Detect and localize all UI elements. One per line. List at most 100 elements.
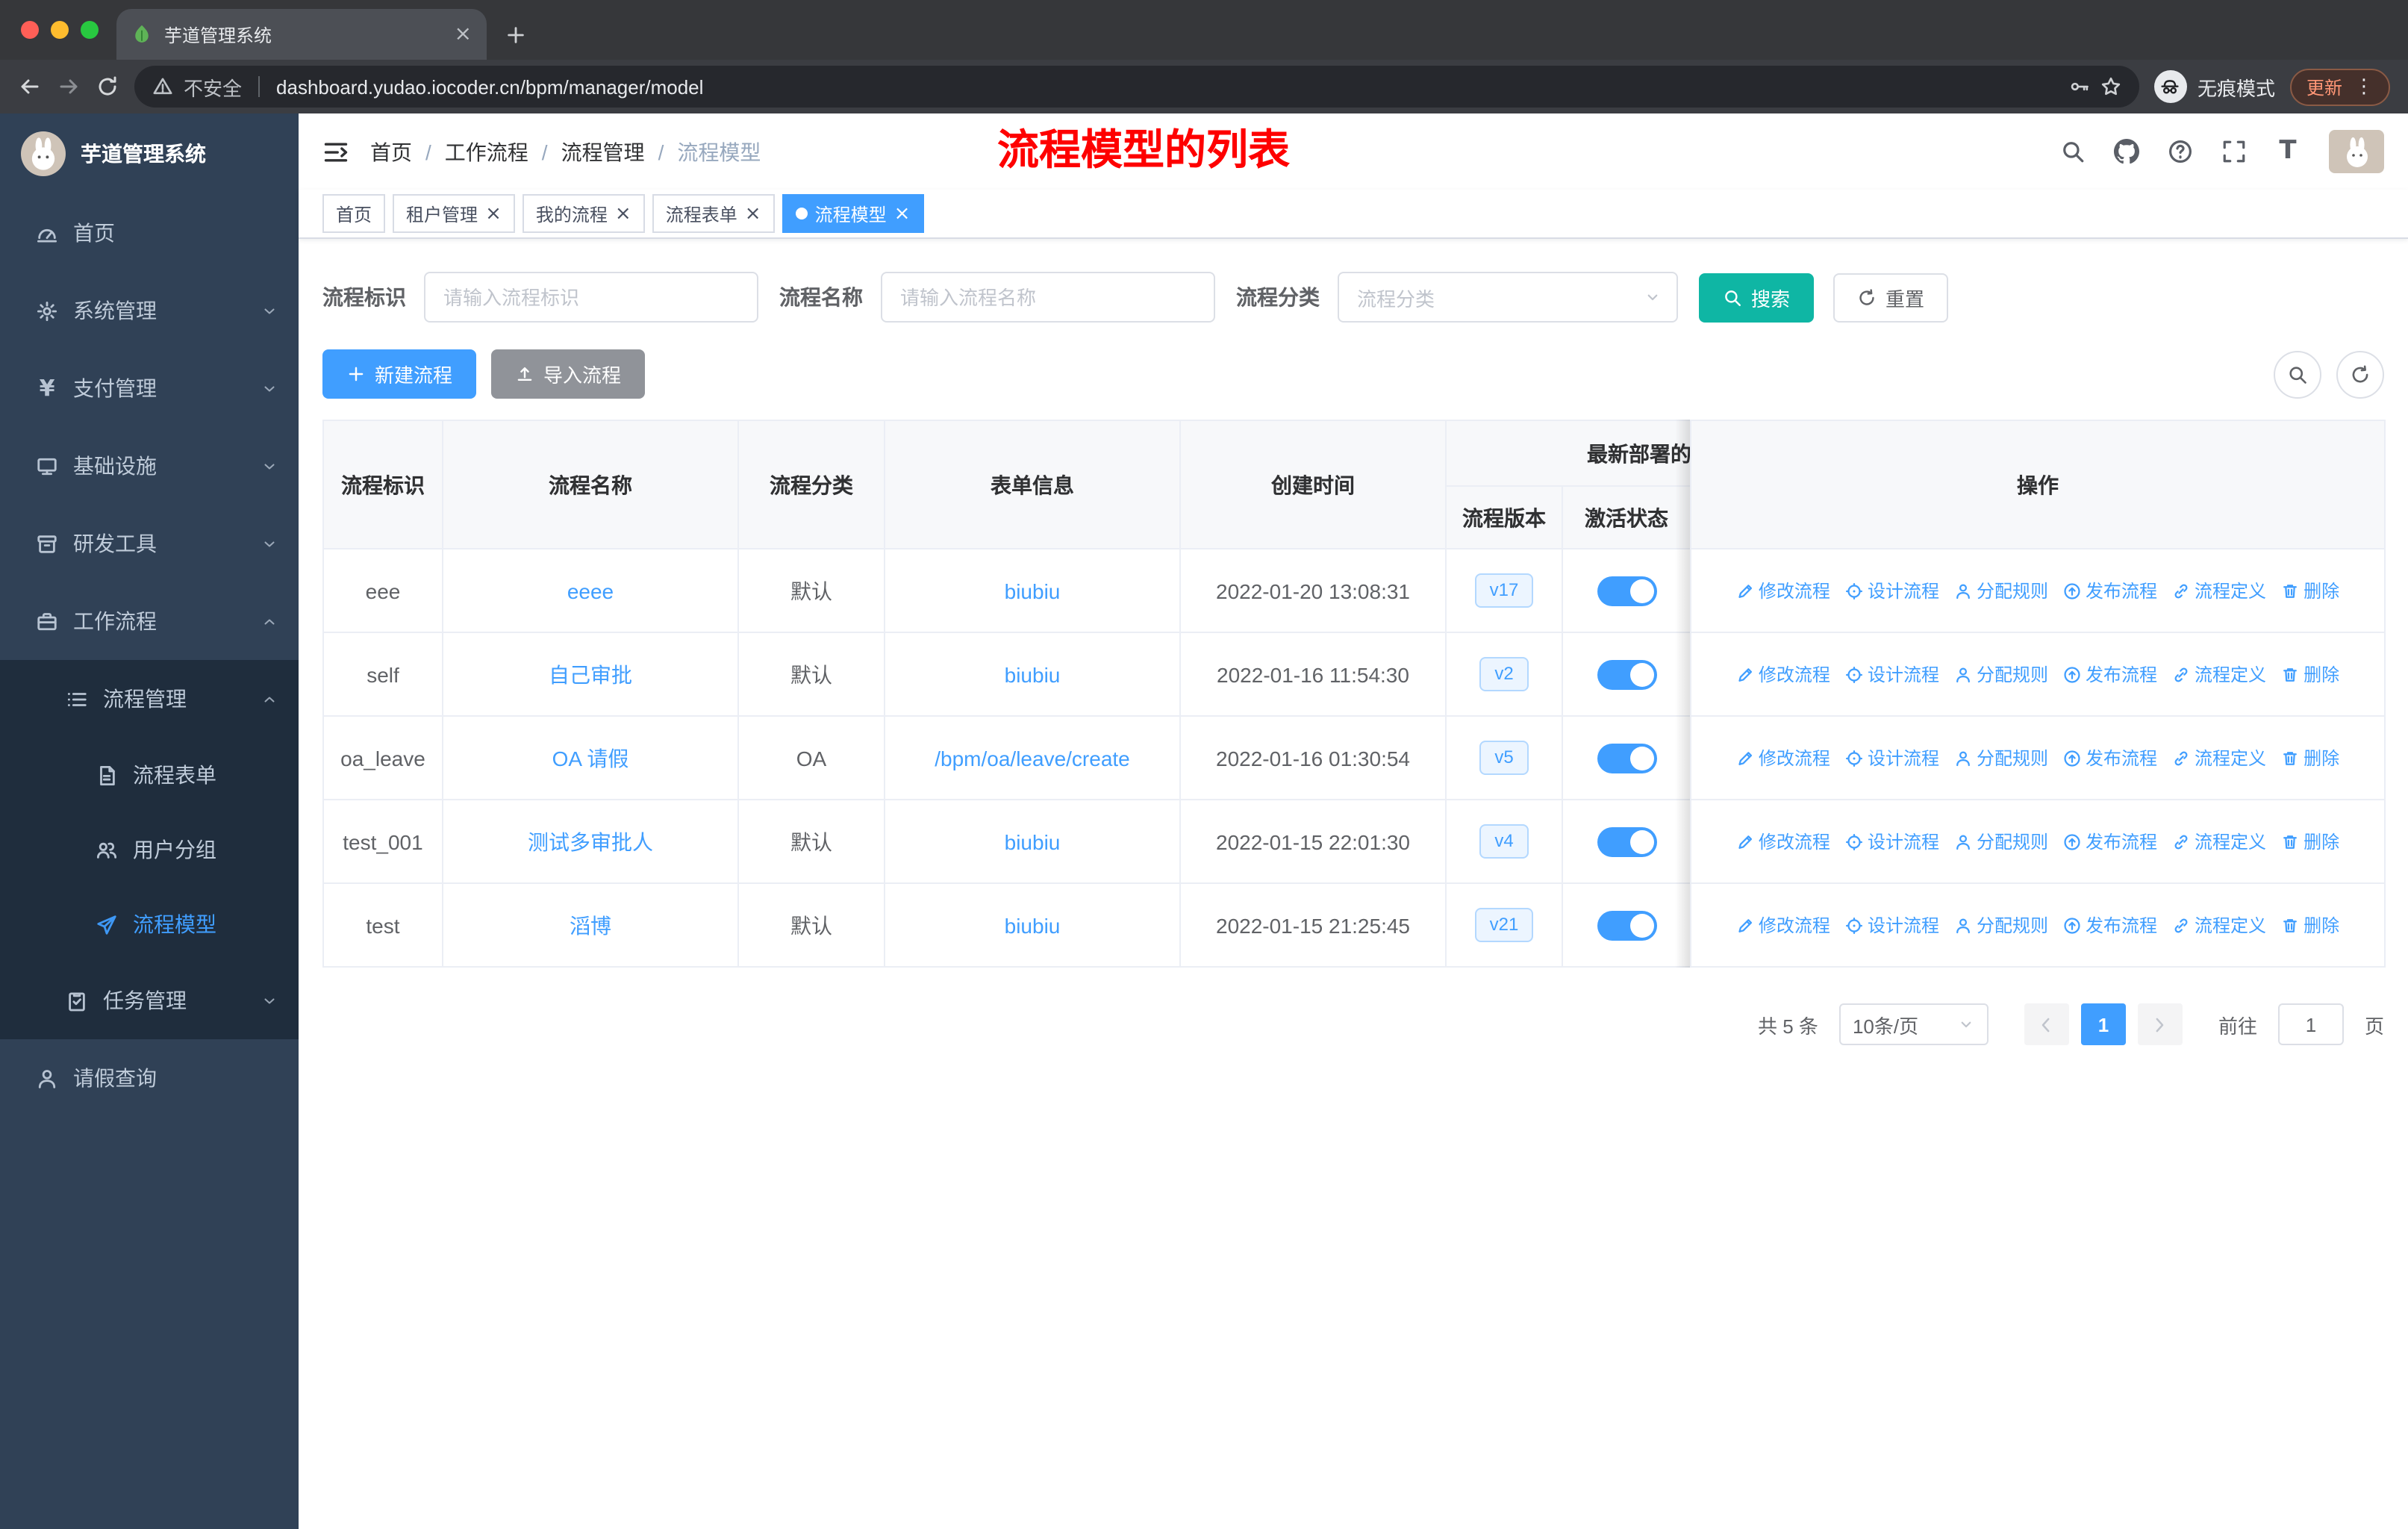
op-删除[interactable]: 删除 <box>2281 745 2339 770</box>
op-发布流程[interactable]: 发布流程 <box>2063 661 2157 687</box>
address-bar[interactable]: 不安全 dashboard.yudao.iocoder.cn/bpm/manag… <box>134 66 2139 108</box>
minimize-window-button[interactable] <box>51 21 69 39</box>
bookmark-star-icon[interactable] <box>2100 76 2121 97</box>
toggle-search-button[interactable] <box>2274 350 2321 398</box>
sidebar-fold-button[interactable] <box>322 138 349 165</box>
sidebar-item-流程模型[interactable]: 流程模型 <box>0 887 299 962</box>
op-分配规则[interactable]: 分配规则 <box>1954 829 2048 854</box>
tag-close-icon[interactable]: × <box>485 204 502 223</box>
tag-流程表单[interactable]: 流程表单 × <box>652 194 775 233</box>
fullscreen-icon[interactable] <box>2221 139 2247 164</box>
op-设计流程[interactable]: 设计流程 <box>1845 912 1939 938</box>
op-删除[interactable]: 删除 <box>2281 661 2339 687</box>
process-name-link[interactable]: 自己审批 <box>549 662 632 686</box>
sidebar-item-流程表单[interactable]: 流程表单 <box>0 738 299 812</box>
op-分配规则[interactable]: 分配规则 <box>1954 661 2048 687</box>
op-修改流程[interactable]: 修改流程 <box>1736 912 1830 938</box>
form-info-link[interactable]: biubiu <box>1005 579 1061 602</box>
tag-流程模型[interactable]: 流程模型 × <box>782 194 924 233</box>
op-分配规则[interactable]: 分配规则 <box>1954 745 2048 770</box>
process-name-link[interactable]: 滔博 <box>570 913 611 937</box>
browser-tab[interactable]: 芋道管理系统 × <box>116 9 487 60</box>
form-info-link[interactable]: /bpm/oa/leave/create <box>935 746 1130 770</box>
prev-page-button[interactable] <box>2024 1003 2069 1045</box>
sidebar-item-任务管理[interactable]: 任务管理 <box>0 962 299 1039</box>
op-流程定义[interactable]: 流程定义 <box>2172 661 2266 687</box>
github-icon[interactable] <box>2114 139 2139 164</box>
process-key-input[interactable] <box>424 272 758 323</box>
op-删除[interactable]: 删除 <box>2281 829 2339 854</box>
op-发布流程[interactable]: 发布流程 <box>2063 912 2157 938</box>
op-流程定义[interactable]: 流程定义 <box>2172 829 2266 854</box>
op-发布流程[interactable]: 发布流程 <box>2063 745 2157 770</box>
help-icon[interactable] <box>2168 139 2193 164</box>
op-分配规则[interactable]: 分配规则 <box>1954 578 2048 603</box>
op-设计流程[interactable]: 设计流程 <box>1845 661 1939 687</box>
page-size-select[interactable]: 10条/页 <box>1838 1003 1989 1045</box>
process-name-link[interactable]: OA 请假 <box>552 746 629 770</box>
reload-button[interactable] <box>96 75 119 99</box>
refresh-table-button[interactable] <box>2336 350 2384 398</box>
op-删除[interactable]: 删除 <box>2281 578 2339 603</box>
new-tab-button[interactable] <box>505 24 527 46</box>
zoom-window-button[interactable] <box>81 21 99 39</box>
op-设计流程[interactable]: 设计流程 <box>1845 745 1939 770</box>
sidebar-item-用户分组[interactable]: 用户分组 <box>0 812 299 887</box>
op-流程定义[interactable]: 流程定义 <box>2172 578 2266 603</box>
tag-close-icon[interactable]: × <box>615 204 631 223</box>
sidebar-item-首页[interactable]: 首页 <box>0 194 299 272</box>
active-toggle[interactable] <box>1597 743 1656 773</box>
sidebar-item-工作流程[interactable]: 工作流程 <box>0 582 299 660</box>
search-button[interactable]: 搜索 <box>1699 273 1815 322</box>
reset-button[interactable]: 重置 <box>1833 273 1949 322</box>
active-toggle[interactable] <box>1597 826 1656 856</box>
import-process-button[interactable]: 导入流程 <box>491 349 646 399</box>
tab-close-icon[interactable]: × <box>455 24 472 45</box>
sidebar-item-基础设施[interactable]: 基础设施 <box>0 427 299 505</box>
form-info-link[interactable]: biubiu <box>1005 662 1061 686</box>
tag-租户管理[interactable]: 租户管理 × <box>393 194 515 233</box>
breadcrumb-item[interactable]: 首页 <box>370 137 412 166</box>
tag-我的流程[interactable]: 我的流程 × <box>522 194 645 233</box>
browser-menu-icon[interactable]: ⋮ <box>2354 77 2374 96</box>
close-window-button[interactable] <box>21 21 39 39</box>
op-修改流程[interactable]: 修改流程 <box>1736 578 1830 603</box>
op-流程定义[interactable]: 流程定义 <box>2172 745 2266 770</box>
tag-close-icon[interactable]: × <box>745 204 761 223</box>
process-category-select[interactable]: 流程分类 <box>1338 272 1678 323</box>
active-toggle[interactable] <box>1597 659 1656 689</box>
sidebar-item-支付管理[interactable]: ¥ 支付管理 <box>0 349 299 427</box>
process-name-input[interactable] <box>881 272 1215 323</box>
op-修改流程[interactable]: 修改流程 <box>1736 661 1830 687</box>
next-page-button[interactable] <box>2137 1003 2183 1045</box>
password-key-icon[interactable] <box>2069 76 2090 97</box>
form-info-link[interactable]: biubiu <box>1005 829 1061 853</box>
goto-page-input[interactable] <box>2277 1003 2344 1045</box>
avatar[interactable] <box>2329 130 2384 173</box>
active-toggle[interactable] <box>1597 910 1656 940</box>
process-name-link[interactable]: eeee <box>567 579 614 602</box>
tag-close-icon[interactable]: × <box>894 204 911 223</box>
font-size-icon[interactable]: T <box>2275 138 2301 164</box>
sidebar-item-请假查询[interactable]: 请假查询 <box>0 1039 299 1117</box>
search-icon[interactable] <box>2060 139 2086 164</box>
active-toggle[interactable] <box>1597 576 1656 605</box>
op-修改流程[interactable]: 修改流程 <box>1736 745 1830 770</box>
op-修改流程[interactable]: 修改流程 <box>1736 829 1830 854</box>
op-设计流程[interactable]: 设计流程 <box>1845 578 1939 603</box>
op-发布流程[interactable]: 发布流程 <box>2063 578 2157 603</box>
sidebar-item-流程管理[interactable]: 流程管理 <box>0 660 299 738</box>
op-发布流程[interactable]: 发布流程 <box>2063 829 2157 854</box>
update-button[interactable]: 更新 ⋮ <box>2289 68 2390 105</box>
sidebar-item-系统管理[interactable]: 系统管理 <box>0 272 299 349</box>
breadcrumb-item[interactable]: 工作流程 <box>445 137 528 166</box>
op-删除[interactable]: 删除 <box>2281 912 2339 938</box>
breadcrumb-item[interactable]: 流程管理 <box>561 137 645 166</box>
back-button[interactable] <box>18 75 42 99</box>
op-设计流程[interactable]: 设计流程 <box>1845 829 1939 854</box>
sidebar-item-研发工具[interactable]: 研发工具 <box>0 505 299 582</box>
create-process-button[interactable]: 新建流程 <box>322 349 477 399</box>
tag-首页[interactable]: 首页 <box>322 194 386 233</box>
form-info-link[interactable]: biubiu <box>1005 913 1061 937</box>
op-流程定义[interactable]: 流程定义 <box>2172 912 2266 938</box>
